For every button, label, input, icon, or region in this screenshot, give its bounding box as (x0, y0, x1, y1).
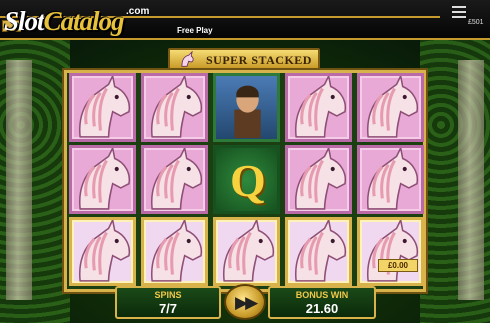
balance-value: £501 (468, 19, 484, 26)
unicorn-symbol (69, 73, 136, 142)
bonus-win-panel: BONUS WIN 21.60 (268, 286, 376, 319)
super-stacked-label: SUPER STACKED (206, 53, 312, 67)
bottom-bar: SPINS 7/7 ▶▶ BONUS WIN 21.60 (0, 284, 490, 323)
spins-label: SPINS (154, 290, 182, 300)
top-bar: SlotCatalog .com Free Play £501 (0, 0, 490, 40)
unicorn-symbol-gold (141, 217, 208, 286)
spins-value: 7/7 (158, 301, 178, 316)
site-logo: SlotCatalog (4, 6, 125, 37)
reel-3: Q (211, 73, 283, 289)
logo-part-2: Catalog (43, 6, 125, 36)
unicorn-symbol-gold (69, 217, 136, 286)
hero-symbol (213, 73, 280, 142)
reel-5 (355, 73, 427, 289)
super-stacked-banner: SUPER STACKED (168, 48, 320, 70)
unicorn-symbol-gold (285, 217, 352, 286)
unicorn-symbol (69, 145, 136, 214)
unicorn-symbol (141, 145, 208, 214)
unicorn-symbol (357, 145, 424, 214)
q-symbol-letter: Q (230, 155, 266, 206)
unicorn-symbol (141, 73, 208, 142)
unicorn-symbol (285, 145, 352, 214)
logo-part-1: Slot (4, 6, 45, 36)
fast-forward-icon: ▶▶ (235, 293, 258, 312)
reel-2 (139, 73, 211, 289)
reel-1 (67, 73, 139, 289)
unicorn-symbol (285, 73, 352, 142)
line-win-tag: £0.00 (378, 259, 418, 272)
unicorn-symbol-gold (213, 217, 280, 286)
fast-forward-button[interactable]: ▶▶ (224, 284, 266, 320)
unicorn-symbol-gold (357, 217, 424, 286)
unicorn-symbol (357, 73, 424, 142)
reel-grid: Q (64, 70, 426, 292)
q-symbol: Q (213, 145, 280, 214)
mode-label: Free Play (177, 26, 213, 35)
bonus-win-value: 21.60 (305, 301, 339, 316)
unicorn-icon (181, 51, 194, 67)
logo-suffix: .com (126, 6, 150, 17)
left-column (6, 60, 32, 300)
menu-icon[interactable] (452, 6, 466, 18)
reel-4 (283, 73, 355, 289)
spins-panel: SPINS 7/7 (115, 286, 221, 319)
bonus-win-label: BONUS WIN (295, 290, 349, 300)
right-column (458, 60, 484, 300)
